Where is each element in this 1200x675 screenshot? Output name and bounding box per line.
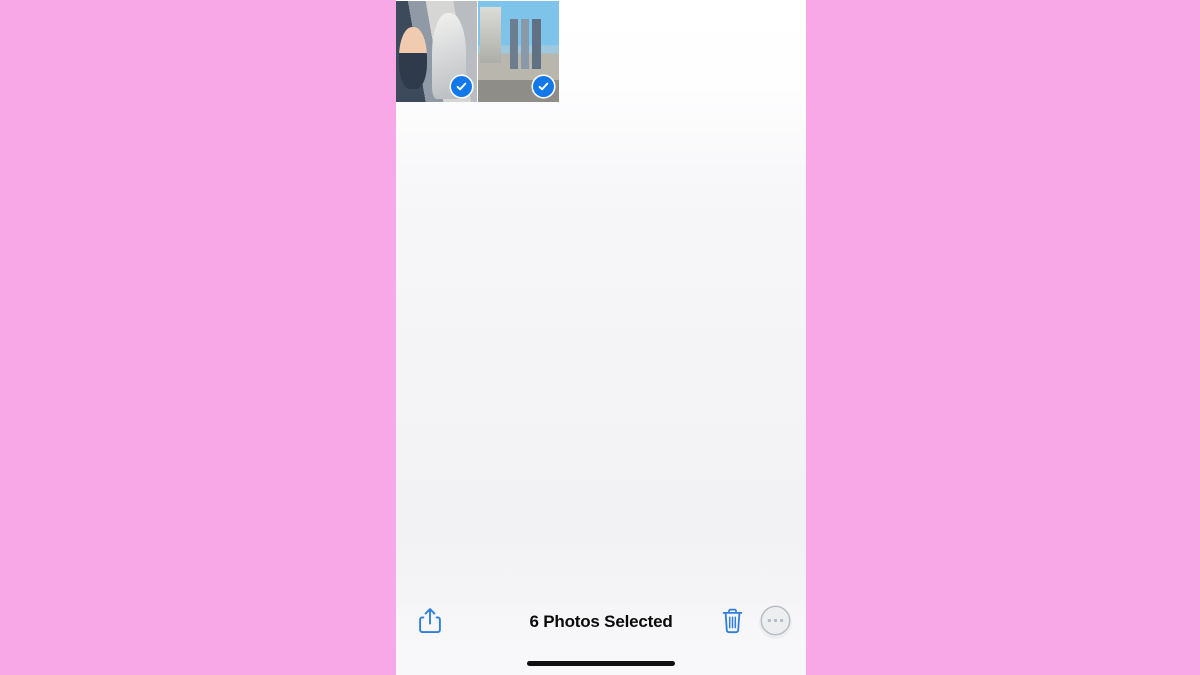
ellipsis-circle-icon bbox=[760, 605, 791, 641]
photo-thumbnail[interactable] bbox=[478, 0, 559, 102]
phone-screen: Adjust Location Adjust Date & Time bbox=[396, 0, 806, 675]
checkmark-circle-icon[interactable] bbox=[450, 75, 472, 97]
pink-backdrop: Adjust Location Adjust Date & Time bbox=[0, 0, 1200, 675]
checkmark-circle-icon[interactable] bbox=[532, 75, 554, 97]
photo-grid bbox=[396, 0, 806, 102]
more-options-button[interactable] bbox=[759, 605, 792, 641]
delete-button[interactable] bbox=[714, 603, 750, 643]
home-indicator[interactable] bbox=[527, 661, 675, 666]
bottom-toolbar: 6 Photos Selected bbox=[396, 597, 806, 675]
trash-icon bbox=[721, 608, 744, 639]
photo-thumbnail[interactable] bbox=[396, 0, 477, 102]
